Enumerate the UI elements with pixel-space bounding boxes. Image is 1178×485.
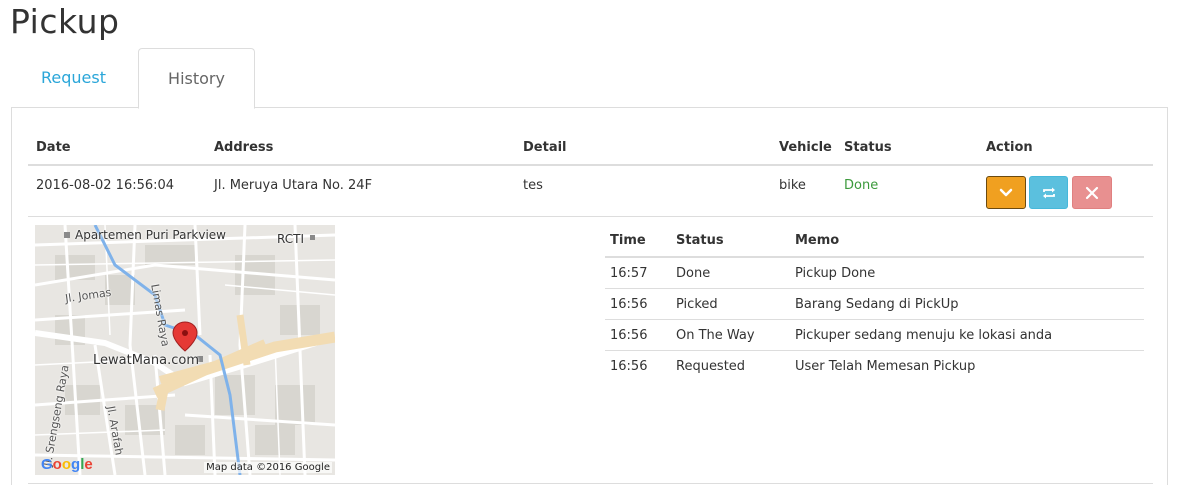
map-label-apartemen: Apartemen Puri Parkview (75, 228, 226, 242)
google-logo: Google (41, 456, 93, 473)
header-date: Date (36, 140, 71, 155)
history-status: Requested (676, 359, 746, 374)
history-time: 16:57 (610, 266, 648, 281)
refresh-button[interactable] (1029, 176, 1068, 209)
page-title: Pickup (10, 2, 120, 41)
cell-vehicle: bike (779, 178, 806, 193)
history-status: On The Way (676, 328, 755, 343)
history-header-memo: Memo (795, 233, 840, 248)
table-row: 16:56 Picked Barang Sedang di PickUp (605, 289, 1144, 320)
cell-date: 2016-08-02 16:56:04 (36, 178, 175, 193)
table-row: 16:56 Requested User Telah Memesan Picku… (605, 351, 1144, 382)
history-memo: User Telah Memesan Pickup (795, 359, 976, 374)
header-address: Address (214, 140, 274, 155)
table-header-divider (28, 164, 1153, 166)
history-memo: Pickuper sedang menuju ke lokasi anda (795, 328, 1053, 343)
history-time: 16:56 (610, 328, 648, 343)
cell-address: Jl. Meruya Utara No. 24F (214, 178, 373, 193)
chevron-down-icon (999, 188, 1013, 196)
close-icon (1085, 186, 1099, 199)
header-vehicle: Vehicle (779, 140, 832, 155)
cell-detail: tes (523, 178, 543, 193)
location-map[interactable]: Apartemen Puri Parkview RCTI Jl. Jomas L… (35, 225, 335, 475)
history-time: 16:56 (610, 297, 648, 312)
history-status: Done (676, 266, 711, 281)
table-row: 16:57 Done Pickup Done (605, 258, 1144, 289)
header-action: Action (986, 140, 1033, 155)
expand-button[interactable] (986, 176, 1026, 209)
history-time: 16:56 (610, 359, 648, 374)
history-header-time: Time (610, 233, 646, 248)
tab-bar: Request History (11, 48, 1168, 109)
history-status: Picked (676, 297, 718, 312)
history-header-status: Status (676, 233, 724, 248)
refresh-icon (1042, 187, 1055, 198)
table-bottom-divider (28, 483, 1153, 484)
table-row-divider (28, 216, 1153, 217)
header-status: Status (844, 140, 892, 155)
map-graphic (35, 225, 335, 475)
map-label-rcti: RCTI (277, 232, 304, 246)
table-row: 16:56 On The Way Pickuper sedang menuju … (605, 320, 1144, 351)
tab-request[interactable]: Request (11, 48, 136, 108)
history-memo: Pickup Done (795, 266, 876, 281)
header-detail: Detail (523, 140, 567, 155)
history-panel: Date Address Detail Vehicle Status Actio… (11, 107, 1168, 485)
map-label-lewatmana: LewatMana.com (93, 353, 199, 368)
cell-status: Done (844, 178, 879, 193)
delete-button[interactable] (1072, 176, 1112, 209)
map-credit: Map data ©2016 Google (204, 462, 332, 473)
tab-history[interactable]: History (138, 48, 255, 109)
history-memo: Barang Sedang di PickUp (795, 297, 959, 312)
